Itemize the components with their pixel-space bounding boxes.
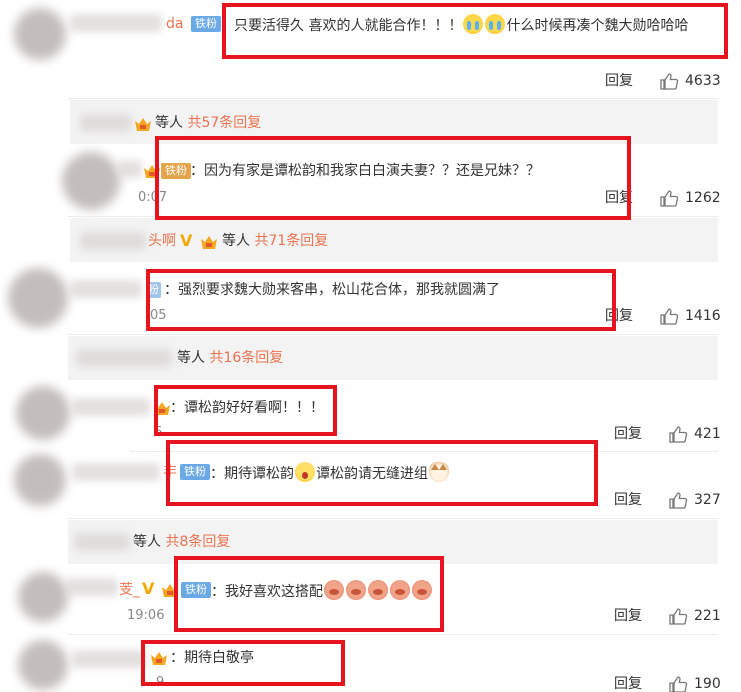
like-button[interactable]: 221	[668, 606, 721, 626]
reply-user-name-fragment[interactable]: 头啊	[148, 231, 176, 251]
divider	[68, 334, 718, 335]
user-name[interactable]	[70, 14, 162, 32]
divider	[68, 98, 718, 99]
like-button[interactable]: 327	[668, 490, 721, 510]
user-name-fragment[interactable]: da	[166, 14, 183, 34]
user-name[interactable]	[70, 280, 142, 298]
user-name-fragment[interactable]: 芰_	[119, 580, 140, 600]
reply-button[interactable]: 回复	[614, 674, 642, 692]
fan-badge: 铁粉	[191, 14, 221, 34]
like-count: 327	[694, 492, 721, 508]
avatar[interactable]	[18, 572, 68, 622]
avatar[interactable]	[18, 640, 68, 690]
comment-time: 19:06	[127, 608, 165, 623]
like-count: 421	[694, 426, 721, 442]
like-button[interactable]: 421	[668, 424, 721, 444]
thumbs-up-icon	[669, 608, 688, 625]
reply-user-names[interactable]	[80, 232, 146, 250]
divider	[68, 634, 718, 635]
thumbs-up-icon	[660, 73, 679, 90]
reply-summary[interactable]: 等人 共57条回复	[155, 113, 261, 133]
avatar[interactable]	[8, 268, 68, 328]
highlight-box	[154, 385, 337, 436]
like-button[interactable]: 190	[668, 674, 721, 692]
avatar[interactable]	[16, 386, 70, 440]
like-count: 1416	[685, 308, 721, 324]
verified-v-icon: V	[180, 231, 193, 250]
like-count: 190	[694, 676, 721, 692]
reply-summary[interactable]: 等人 共16条回复	[177, 348, 283, 368]
avatar[interactable]	[62, 152, 120, 210]
crown-icon	[135, 118, 151, 131]
avatar[interactable]	[14, 8, 66, 60]
avatar[interactable]	[14, 454, 66, 506]
reply-user-names[interactable]	[76, 349, 172, 367]
like-button[interactable]: 4633	[659, 71, 721, 91]
reply-button[interactable]: 回复	[614, 424, 642, 444]
reply-button[interactable]: 回复	[614, 490, 642, 510]
user-name[interactable]	[118, 160, 142, 178]
like-count: 221	[694, 608, 721, 624]
thumbs-up-icon	[669, 492, 688, 509]
thumbs-up-icon	[660, 190, 679, 207]
thumbs-up-icon	[669, 426, 688, 443]
verified-v-icon: V	[142, 579, 155, 598]
user-name[interactable]	[72, 650, 146, 668]
highlight-box	[141, 640, 345, 686]
like-button[interactable]: 1416	[659, 306, 721, 326]
like-count: 1262	[685, 190, 721, 206]
user-name[interactable]	[72, 463, 160, 481]
highlight-box	[155, 136, 631, 220]
crown-icon	[201, 236, 217, 249]
like-count: 4633	[685, 73, 721, 89]
reply-summary[interactable]: 等人 共71条回复	[222, 231, 328, 251]
reply-button[interactable]: 回复	[605, 71, 633, 91]
thumbs-up-icon	[669, 676, 688, 692]
highlight-box	[174, 556, 444, 632]
user-name[interactable]	[72, 398, 150, 416]
divider	[68, 518, 718, 519]
user-name[interactable]	[66, 578, 118, 596]
reply-user-names[interactable]	[74, 533, 130, 551]
thumbs-up-icon	[660, 308, 679, 325]
reply-user-names[interactable]	[80, 114, 132, 132]
highlight-box	[146, 269, 616, 331]
reply-button[interactable]: 回复	[614, 606, 642, 626]
highlight-box	[222, 3, 728, 59]
like-button[interactable]: 1262	[659, 188, 721, 208]
reply-summary[interactable]: 等人 共8条回复	[133, 532, 230, 552]
highlight-box	[166, 440, 598, 506]
